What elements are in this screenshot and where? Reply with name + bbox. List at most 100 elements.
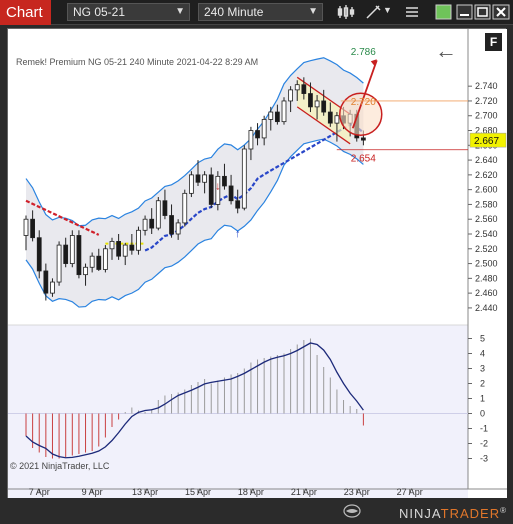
candle-body: [222, 175, 227, 187]
osc-tick-label: -3: [480, 454, 488, 464]
osc-tick-label: 2: [480, 379, 485, 389]
candle-body: [241, 148, 247, 209]
price-tick-label: 2.540: [475, 229, 498, 239]
osc-tick-label: -2: [480, 439, 488, 449]
scroll-back-icon[interactable]: ←: [435, 40, 457, 62]
time-tick-label: 21 Apr: [291, 487, 317, 497]
lower-value-label: 2.654: [351, 154, 376, 165]
candle-body: [43, 270, 49, 294]
price-tick-label: 2.520: [475, 244, 498, 254]
candle-body: [23, 218, 29, 236]
interval-value: 240 Minute: [204, 5, 264, 19]
candle-body: [103, 248, 108, 270]
buy-signal-icon: ↑: [235, 228, 241, 240]
candle-body: [228, 185, 234, 202]
price-tick-label: 2.460: [475, 288, 498, 298]
instrument-value: NG 05-21: [73, 5, 126, 19]
window-title[interactable]: Chart: [0, 0, 51, 25]
candle-body: [308, 93, 313, 108]
interval-selector[interactable]: 240 Minute ▼: [198, 3, 323, 21]
price-tick-label: 2.560: [475, 214, 498, 224]
close-icon[interactable]: [492, 3, 512, 21]
candle-body: [142, 218, 148, 231]
chart-panel[interactable]: 2.7402.7202.7002.6802.6602.6402.6202.600…: [7, 28, 507, 499]
candle-body: [235, 200, 241, 209]
candle-body: [56, 244, 62, 283]
candle-body: [162, 200, 168, 216]
candle-body: [149, 218, 155, 229]
chart-label: Remek! Premium NG 05-21 240 Minute 2021-…: [16, 57, 259, 67]
toolbar: Chart NG 05-21 ▼ 240 Minute ▼ ▼: [0, 0, 513, 25]
osc-tick-label: 3: [480, 364, 485, 374]
price-tick-label: 2.500: [475, 259, 498, 269]
chevron-down-icon: ▼: [308, 6, 318, 17]
candle-body: [182, 192, 188, 224]
candle-body: [294, 84, 300, 91]
candle-body: [96, 255, 102, 270]
copyright-text: © 2021 NinjaTrader, LLC: [10, 461, 110, 471]
list-icon[interactable]: [402, 3, 422, 21]
price-tick-label: 2.600: [475, 185, 498, 195]
candle-body: [63, 244, 69, 264]
candle-body: [116, 240, 121, 257]
candle-body: [122, 244, 128, 257]
candle-body: [155, 200, 161, 229]
candle-body: [188, 174, 194, 194]
candle-body: [202, 174, 207, 183]
candle-body: [334, 115, 340, 124]
candle-body: [76, 235, 82, 276]
time-tick-label: 15 Apr: [185, 487, 211, 497]
candle-body: [109, 240, 115, 250]
footer: NINJATRADER®: [0, 498, 513, 524]
candle-body: [175, 222, 181, 235]
minimize-icon[interactable]: [455, 3, 475, 21]
candle-body: [50, 281, 55, 294]
osc-tick-label: 1: [480, 394, 485, 404]
price-tick-label: 2.700: [475, 111, 498, 121]
candle-body: [255, 130, 260, 139]
bar-type-icon[interactable]: [336, 3, 356, 21]
candle-body: [360, 137, 366, 141]
time-tick-label: 7 Apr: [29, 487, 50, 497]
candle-body: [281, 100, 287, 123]
candle-body: [129, 244, 135, 251]
time-tick-label: 13 Apr: [132, 487, 158, 497]
price-chart[interactable]: 2.7402.7202.7002.6802.6602.6402.6202.600…: [8, 29, 507, 499]
candle-body: [288, 89, 293, 102]
candle-body: [268, 111, 274, 120]
sell-signal-icon: ↓: [215, 181, 221, 193]
maximize-icon[interactable]: [473, 3, 493, 21]
candle-body: [30, 218, 36, 239]
candle-body: [314, 100, 320, 108]
price-tick-label: 2.480: [475, 273, 498, 283]
current-price-label: 2.667: [474, 136, 499, 147]
time-tick-label: 9 Apr: [82, 487, 103, 497]
chart-trader-button[interactable]: F: [485, 33, 502, 51]
candle-body: [136, 229, 141, 251]
candle-body: [208, 174, 214, 205]
ninja-logo-icon: [343, 504, 361, 518]
price-tick-label: 2.440: [475, 303, 498, 313]
osc-tick-label: 0: [480, 409, 485, 419]
candle-body: [261, 119, 267, 139]
upper-band-value-label: 2.786: [351, 47, 376, 58]
osc-tick-label: 5: [480, 334, 485, 344]
price-tick-label: 2.720: [475, 96, 498, 106]
candle-body: [321, 100, 327, 113]
chart-window: Chart NG 05-21 ▼ 240 Minute ▼ ▼ 2.740 2.…: [0, 0, 513, 524]
price-tick-label: 2.740: [475, 81, 498, 91]
mid-value-label: 2.720: [351, 97, 376, 108]
candle-body: [301, 84, 307, 94]
candle-body: [36, 237, 42, 272]
instrument-selector[interactable]: NG 05-21 ▼: [67, 3, 190, 21]
osc-tick-label: -1: [480, 424, 488, 434]
time-tick-label: 27 Apr: [397, 487, 423, 497]
price-tick-label: 2.580: [475, 199, 498, 209]
candle-body: [69, 235, 75, 264]
price-tick-label: 2.620: [475, 170, 498, 180]
candle-body: [89, 255, 95, 268]
candle-body: [274, 111, 280, 123]
drawing-tool-icon[interactable]: [364, 3, 384, 21]
link-color-icon[interactable]: [434, 3, 454, 21]
chevron-down-icon[interactable]: ▼: [383, 5, 392, 15]
